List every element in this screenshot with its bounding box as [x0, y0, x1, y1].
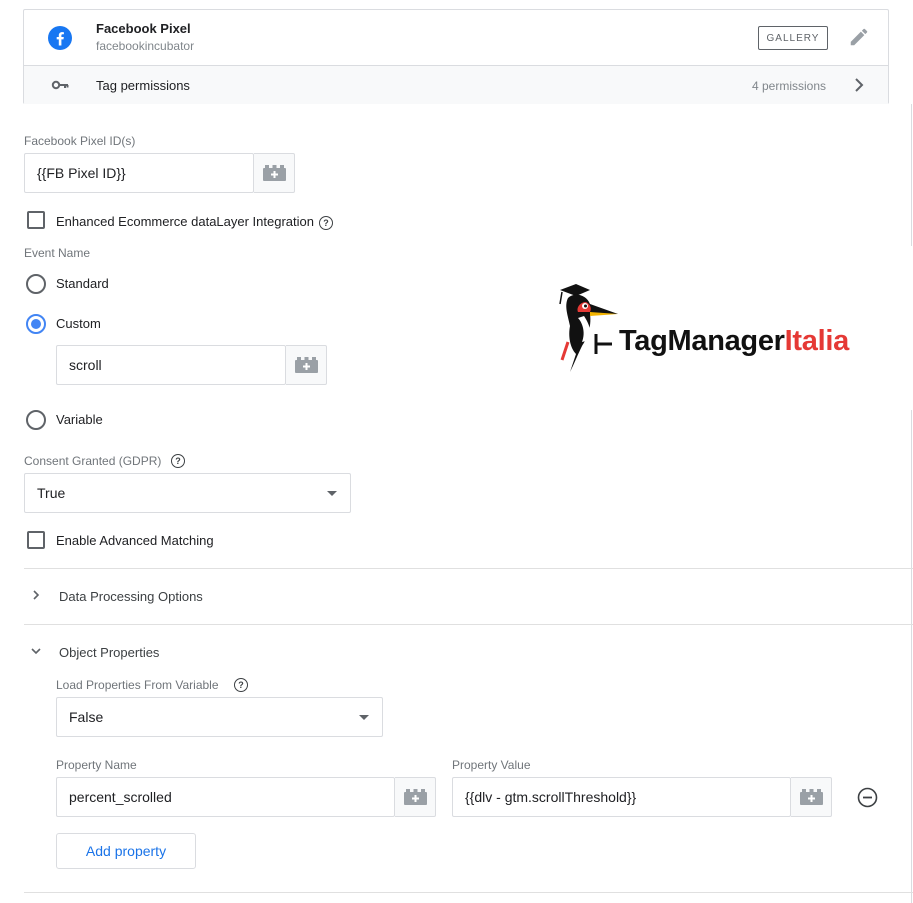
custom-event-input[interactable]: scroll	[56, 345, 286, 385]
template-author: facebookincubator	[96, 39, 195, 53]
remove-row-icon[interactable]	[857, 787, 878, 808]
key-icon	[51, 80, 69, 90]
property-name-variable-button[interactable]	[395, 777, 436, 817]
help-icon[interactable]: ?	[171, 454, 185, 468]
consent-label: Consent Granted (GDPR)	[24, 454, 162, 468]
template-title: Facebook Pixel	[96, 21, 191, 36]
radio-variable-label: Variable	[56, 412, 103, 427]
radio-standard-label: Standard	[56, 276, 109, 291]
event-name-label: Event Name	[24, 246, 91, 260]
chevron-right-icon	[33, 590, 40, 600]
template-card-header: Facebook Pixel facebookincubator GALLERY	[24, 10, 888, 65]
tag-permissions-label: Tag permissions	[96, 78, 190, 93]
variable-brick-icon	[262, 165, 286, 181]
load-properties-label: Load Properties From Variable	[56, 678, 219, 692]
radio-custom-label: Custom	[56, 316, 101, 331]
consent-select-value: True	[37, 485, 66, 501]
property-name-input[interactable]: percent_scrolled	[56, 777, 395, 817]
edit-pencil-icon[interactable]	[848, 26, 870, 48]
enhanced-ecommerce-label: Enhanced Ecommerce dataLayer Integration	[56, 214, 314, 229]
advanced-matching-checkbox[interactable]	[27, 531, 45, 549]
property-value-input[interactable]: {{dlv - gtm.scrollThreshold}}	[452, 777, 791, 817]
chevron-down-icon	[31, 648, 41, 655]
template-card: Facebook Pixel facebookincubator GALLERY…	[23, 9, 889, 104]
load-properties-value: False	[69, 709, 104, 725]
facebook-logo-icon	[48, 26, 72, 50]
dropdown-arrow-icon	[327, 491, 337, 496]
pixel-id-label: Facebook Pixel ID(s)	[24, 134, 136, 148]
variable-brick-icon	[403, 789, 427, 805]
tagmanageritalia-logo: TagManagerItalia	[556, 282, 876, 377]
load-properties-select[interactable]: False	[56, 697, 383, 737]
enhanced-ecommerce-checkbox[interactable]	[27, 211, 45, 229]
gallery-button[interactable]: GALLERY	[758, 26, 828, 50]
permissions-count: 4 permissions	[752, 79, 827, 93]
property-value-variable-button[interactable]	[791, 777, 832, 817]
radio-standard[interactable]	[26, 274, 46, 294]
panel-edge	[911, 410, 912, 903]
logo-wordmark: TagManagerItalia	[619, 325, 849, 358]
data-processing-section-header[interactable]: Data Processing Options	[24, 576, 904, 616]
variable-brick-icon	[799, 789, 823, 805]
radio-variable[interactable]	[26, 410, 46, 430]
panel-edge	[911, 104, 912, 246]
consent-select[interactable]: True	[24, 473, 351, 513]
woodpecker-mascot-icon	[559, 284, 618, 372]
dropdown-arrow-icon	[359, 715, 369, 720]
property-name-label: Property Name	[56, 758, 137, 772]
custom-event-variable-button[interactable]	[286, 345, 327, 385]
add-property-button[interactable]: Add property	[56, 833, 196, 869]
logo-wordmark-part2: Italia	[784, 325, 850, 357]
object-properties-title: Object Properties	[59, 645, 160, 660]
pixel-id-variable-button[interactable]	[254, 153, 295, 193]
advanced-matching-label: Enable Advanced Matching	[56, 533, 214, 548]
help-icon[interactable]: ?	[319, 216, 333, 230]
data-processing-title: Data Processing Options	[59, 589, 203, 604]
divider	[24, 568, 913, 569]
pixel-id-input[interactable]: {{FB Pixel ID}}	[24, 153, 254, 193]
variable-brick-icon	[294, 357, 318, 373]
divider	[24, 624, 913, 625]
chevron-right-icon	[855, 78, 864, 92]
radio-custom[interactable]	[26, 314, 46, 334]
logo-wordmark-part1: TagManager	[619, 325, 785, 357]
object-properties-section-header[interactable]: Object Properties	[24, 632, 904, 672]
divider	[24, 892, 913, 893]
help-icon[interactable]: ?	[234, 678, 248, 692]
tag-permissions-row[interactable]: Tag permissions 4 permissions	[24, 65, 888, 104]
property-value-label: Property Value	[452, 758, 531, 772]
